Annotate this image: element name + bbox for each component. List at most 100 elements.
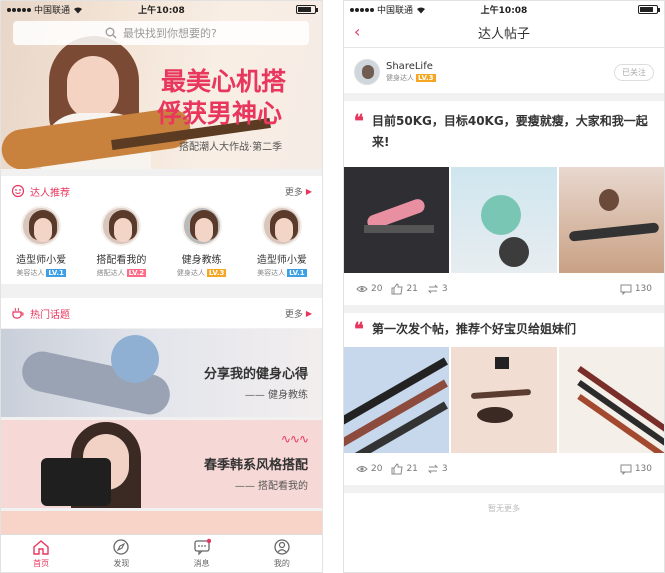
expert-role: 美容达人 LV.1 bbox=[16, 268, 66, 278]
profile-icon bbox=[274, 539, 290, 555]
experts-more-link[interactable]: 更多 ▶ bbox=[285, 185, 312, 198]
status-bar: 中国联通 上午10:08 bbox=[1, 1, 322, 18]
no-more-label: 暂无更多 bbox=[488, 504, 520, 513]
banner-title: 最美心机搭 俘获男神心 bbox=[157, 66, 287, 130]
views-value: 20 bbox=[371, 464, 383, 474]
search-input[interactable]: 最快找到你想要的? bbox=[13, 21, 309, 45]
share-icon bbox=[427, 464, 439, 474]
banner-title-line1: 最美心机搭 bbox=[161, 67, 287, 96]
home-screen: 最美心机搭 俘获男神心 搭配潮人大作战·第二季 中国联通 上午10:08 最快找… bbox=[0, 0, 323, 573]
experts-more-label: 更多 bbox=[284, 187, 303, 198]
carrier-name: 中国联通 bbox=[34, 6, 71, 16]
post-photo[interactable] bbox=[344, 167, 450, 273]
comment-button[interactable]: 130 bbox=[620, 463, 652, 475]
thumbs-up-icon bbox=[391, 283, 404, 295]
expert-role: 美容达人 LV.1 bbox=[257, 268, 307, 278]
signal-icon bbox=[350, 7, 374, 12]
likes-value: 21 bbox=[406, 284, 418, 294]
tab-label: 首页 bbox=[33, 559, 50, 568]
post-photo[interactable] bbox=[451, 167, 557, 273]
expert-card[interactable]: 健身教练 健身达人 LV.3 bbox=[162, 206, 242, 284]
share-button[interactable]: 3 bbox=[427, 463, 448, 475]
topic-card-fashion[interactable]: ∿∿∿ 春季韩系风格搭配 —— 搭配看我的 bbox=[1, 420, 322, 508]
share-button[interactable]: 3 bbox=[427, 283, 448, 295]
topics-more-link[interactable]: 更多 ▶ bbox=[285, 307, 312, 320]
chevron-left-icon[interactable]: ‹ bbox=[354, 22, 360, 41]
like-button[interactable]: 21 bbox=[391, 283, 418, 295]
likes-value: 21 bbox=[406, 464, 418, 474]
like-button[interactable]: 21 bbox=[391, 463, 418, 475]
post-text: ❝ 目前50KG，目标40KG，要瘦就瘦，大家和我一起来! bbox=[344, 111, 664, 163]
double-chevron-right-icon: ▶ bbox=[305, 186, 312, 196]
comments-value: 130 bbox=[634, 284, 652, 294]
post-photos bbox=[344, 167, 664, 273]
wifi-icon bbox=[74, 6, 83, 13]
tab-label: 我的 bbox=[273, 559, 290, 568]
avatar bbox=[101, 206, 142, 246]
quote-icon: ❝ bbox=[354, 319, 364, 340]
level-badge: LV.3 bbox=[416, 74, 436, 82]
post-photo[interactable] bbox=[558, 347, 664, 453]
signal-icon bbox=[7, 7, 31, 12]
views-count: 20 bbox=[356, 463, 382, 475]
wifi-icon bbox=[417, 6, 426, 13]
topic-title: 分享我的健身心得 bbox=[203, 367, 308, 382]
post-screen: 中国联通 上午10:08 ‹ 达人帖子 ShareLife 健身达人 LV.3 已… bbox=[343, 0, 665, 573]
experts-icon bbox=[11, 184, 25, 198]
post-photo[interactable] bbox=[558, 167, 664, 273]
status-bar: 中国联通 上午10:08 bbox=[344, 1, 664, 18]
expert-card[interactable]: 造型师小爱 美容达人 LV.1 bbox=[242, 206, 322, 284]
post-stats: 20 21 3 130 bbox=[344, 453, 664, 493]
double-chevron-right-icon: ▶ bbox=[305, 308, 312, 318]
tab-discover[interactable]: 发现 bbox=[81, 535, 161, 572]
comment-icon bbox=[620, 464, 632, 475]
post-photo[interactable] bbox=[451, 347, 557, 453]
expert-role-label: 美容达人 bbox=[16, 269, 45, 277]
experts-section-title: 达人推荐 bbox=[30, 187, 70, 199]
views-value: 20 bbox=[371, 284, 383, 294]
tab-profile[interactable]: 我的 bbox=[242, 535, 322, 572]
expert-role: 搭配达人 LV.2 bbox=[97, 268, 147, 278]
page-title: 达人帖子 bbox=[477, 27, 530, 42]
expert-name: 造型师小爱 bbox=[256, 255, 307, 266]
author-name[interactable]: ShareLife bbox=[386, 61, 436, 72]
expert-role-label: 健身达人 bbox=[176, 269, 205, 277]
thumbs-up-icon bbox=[391, 463, 404, 475]
views-count: 20 bbox=[356, 283, 382, 295]
search-icon bbox=[105, 27, 117, 39]
post-photos bbox=[344, 347, 664, 453]
expert-card[interactable]: 造型师小爱 美容达人 LV.1 bbox=[1, 206, 81, 284]
comment-icon bbox=[620, 284, 632, 295]
post-text: ❝ 第一次发个帖，推荐个好宝贝给姐妹们 bbox=[344, 319, 664, 347]
topic-author: —— 健身教练 bbox=[244, 390, 308, 401]
topic-exercise-ball bbox=[111, 335, 159, 383]
post-photo[interactable] bbox=[344, 347, 450, 453]
tab-messages[interactable]: 消息 bbox=[162, 535, 242, 572]
topic-card-fitness[interactable]: 分享我的健身心得 —— 健身教练 bbox=[1, 329, 322, 417]
tab-home[interactable]: 首页 bbox=[1, 535, 81, 572]
battery-icon bbox=[638, 5, 660, 14]
shares-value: 3 bbox=[441, 284, 448, 294]
topics-section-title: 热门话题 bbox=[30, 309, 70, 321]
avatar bbox=[21, 206, 62, 246]
share-icon bbox=[427, 284, 439, 294]
post-body: 目前50KG，目标40KG，要瘦就瘦，大家和我一起来! bbox=[372, 114, 648, 149]
avatar bbox=[261, 206, 302, 246]
expert-role: 健身达人 LV.3 bbox=[177, 268, 227, 278]
follow-button[interactable]: 已关注 bbox=[614, 63, 654, 81]
comments-value: 130 bbox=[634, 464, 652, 474]
author-bar: ShareLife 健身达人 LV.3 已关注 bbox=[344, 51, 664, 101]
avatar bbox=[181, 206, 222, 246]
topics-more-label: 更多 bbox=[284, 309, 303, 320]
expert-card[interactable]: 搭配看我的 搭配达人 LV.2 bbox=[81, 206, 161, 284]
coffee-cup-icon bbox=[12, 307, 24, 319]
post-card[interactable]: ❝ 目前50KG，目标40KG，要瘦就瘦，大家和我一起来! 20 21 3 13… bbox=[344, 111, 664, 313]
avatar[interactable] bbox=[354, 59, 380, 85]
post-body: 第一次发个帖，推荐个好宝贝给姐妹们 bbox=[372, 322, 577, 336]
post-card[interactable]: ❝ 第一次发个帖，推荐个好宝贝给姐妹们 20 21 3 130 bbox=[344, 319, 664, 493]
topic-title: 春季韩系风格搭配 bbox=[203, 458, 308, 473]
home-icon bbox=[33, 540, 49, 555]
eye-icon bbox=[356, 286, 368, 292]
level-badge: LV.3 bbox=[206, 269, 227, 277]
comment-button[interactable]: 130 bbox=[620, 283, 652, 295]
